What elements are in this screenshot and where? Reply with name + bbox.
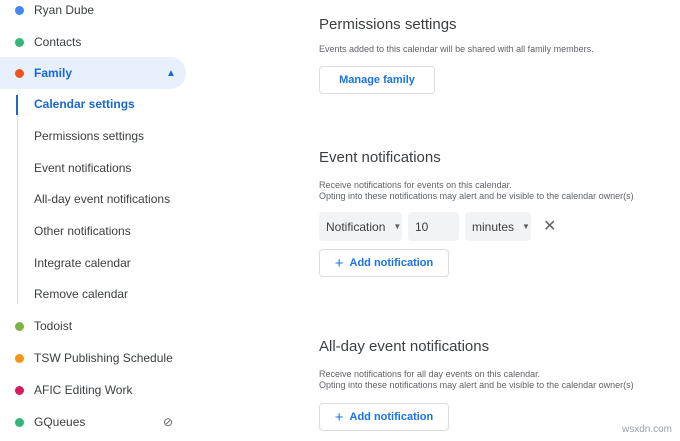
color-dot xyxy=(15,5,24,15)
input-value: 10 xyxy=(415,219,429,234)
nav-calendar-settings[interactable]: Calendar settings xyxy=(34,97,135,111)
calendar-label: GQueues xyxy=(34,415,86,429)
nav-allday-notifications[interactable]: All-day event notifications xyxy=(34,192,170,206)
calendar-label: TSW Publishing Schedule xyxy=(34,351,173,365)
calendar-todoist[interactable]: Todoist xyxy=(0,310,186,342)
calendar-label: Ryan Dube xyxy=(34,3,95,17)
nav-permissions-settings[interactable]: Permissions settings xyxy=(34,129,144,143)
calendar-gqueues[interactable]: GQueues ⊘ xyxy=(0,406,186,438)
dropdown-arrow-icon: ▼ xyxy=(393,222,402,231)
add-event-notification-button[interactable]: + Add notification xyxy=(319,249,449,277)
plus-icon: + xyxy=(334,254,344,272)
nav-event-notifications[interactable]: Event notifications xyxy=(34,161,131,175)
calendar-tsw[interactable]: TSW Publishing Schedule xyxy=(0,342,186,374)
color-dot xyxy=(15,68,24,78)
nav-other-notifications[interactable]: Other notifications xyxy=(34,224,131,238)
calendar-ryan-dube[interactable]: Ryan Dube xyxy=(0,0,186,26)
allday-desc2: Opting into these notifications may aler… xyxy=(319,380,634,390)
calendar-label: Contacts xyxy=(34,35,82,49)
chevron-up-icon[interactable]: ▲ xyxy=(166,68,176,79)
color-dot xyxy=(15,321,24,331)
nav-remove-calendar[interactable]: Remove calendar xyxy=(34,287,128,301)
calendar-label: Todoist xyxy=(34,319,73,333)
calendar-family[interactable]: Family ▲ xyxy=(0,57,186,89)
watermark: wsxdn.com xyxy=(621,424,672,435)
notification-value-input[interactable]: 10 xyxy=(408,212,459,241)
submenu-line xyxy=(17,94,18,304)
color-dot xyxy=(15,37,24,47)
calendar-label: AFIC Editing Work xyxy=(34,383,133,397)
calendar-afic[interactable]: AFIC Editing Work xyxy=(0,374,186,406)
add-allday-notification-button[interactable]: + Add notification xyxy=(319,403,449,431)
color-dot xyxy=(15,385,24,395)
calendar-label: Family xyxy=(34,66,73,80)
notification-unit-select[interactable]: minutes ▼ xyxy=(465,212,531,241)
button-label: Add notification xyxy=(349,411,434,423)
plus-icon: + xyxy=(334,408,344,426)
select-value: minutes xyxy=(472,219,515,234)
permissions-title: Permissions settings xyxy=(319,16,457,33)
nav-integrate-calendar[interactable]: Integrate calendar xyxy=(34,256,131,270)
allday-notifications-title: All-day event notifications xyxy=(319,338,490,355)
dropdown-arrow-icon: ▼ xyxy=(522,222,530,231)
select-value: Notification xyxy=(326,219,386,234)
notification-type-select[interactable]: Notification ▼ xyxy=(319,212,402,241)
color-dot xyxy=(15,417,24,427)
event-notifications-title: Event notifications xyxy=(319,149,441,166)
manage-family-button[interactable]: Manage family xyxy=(319,66,435,94)
remove-notification-icon[interactable]: ✕ xyxy=(543,216,556,236)
color-dot xyxy=(15,353,24,363)
event-notifications-desc2: Opting into these notifications may aler… xyxy=(319,191,634,201)
eye-off-icon[interactable]: ⊘ xyxy=(163,415,173,429)
active-indicator xyxy=(16,95,18,115)
calendar-contacts[interactable]: Contacts xyxy=(0,26,186,58)
button-label: Add notification xyxy=(349,257,434,269)
permissions-desc: Events added to this calendar will be sh… xyxy=(319,44,594,54)
